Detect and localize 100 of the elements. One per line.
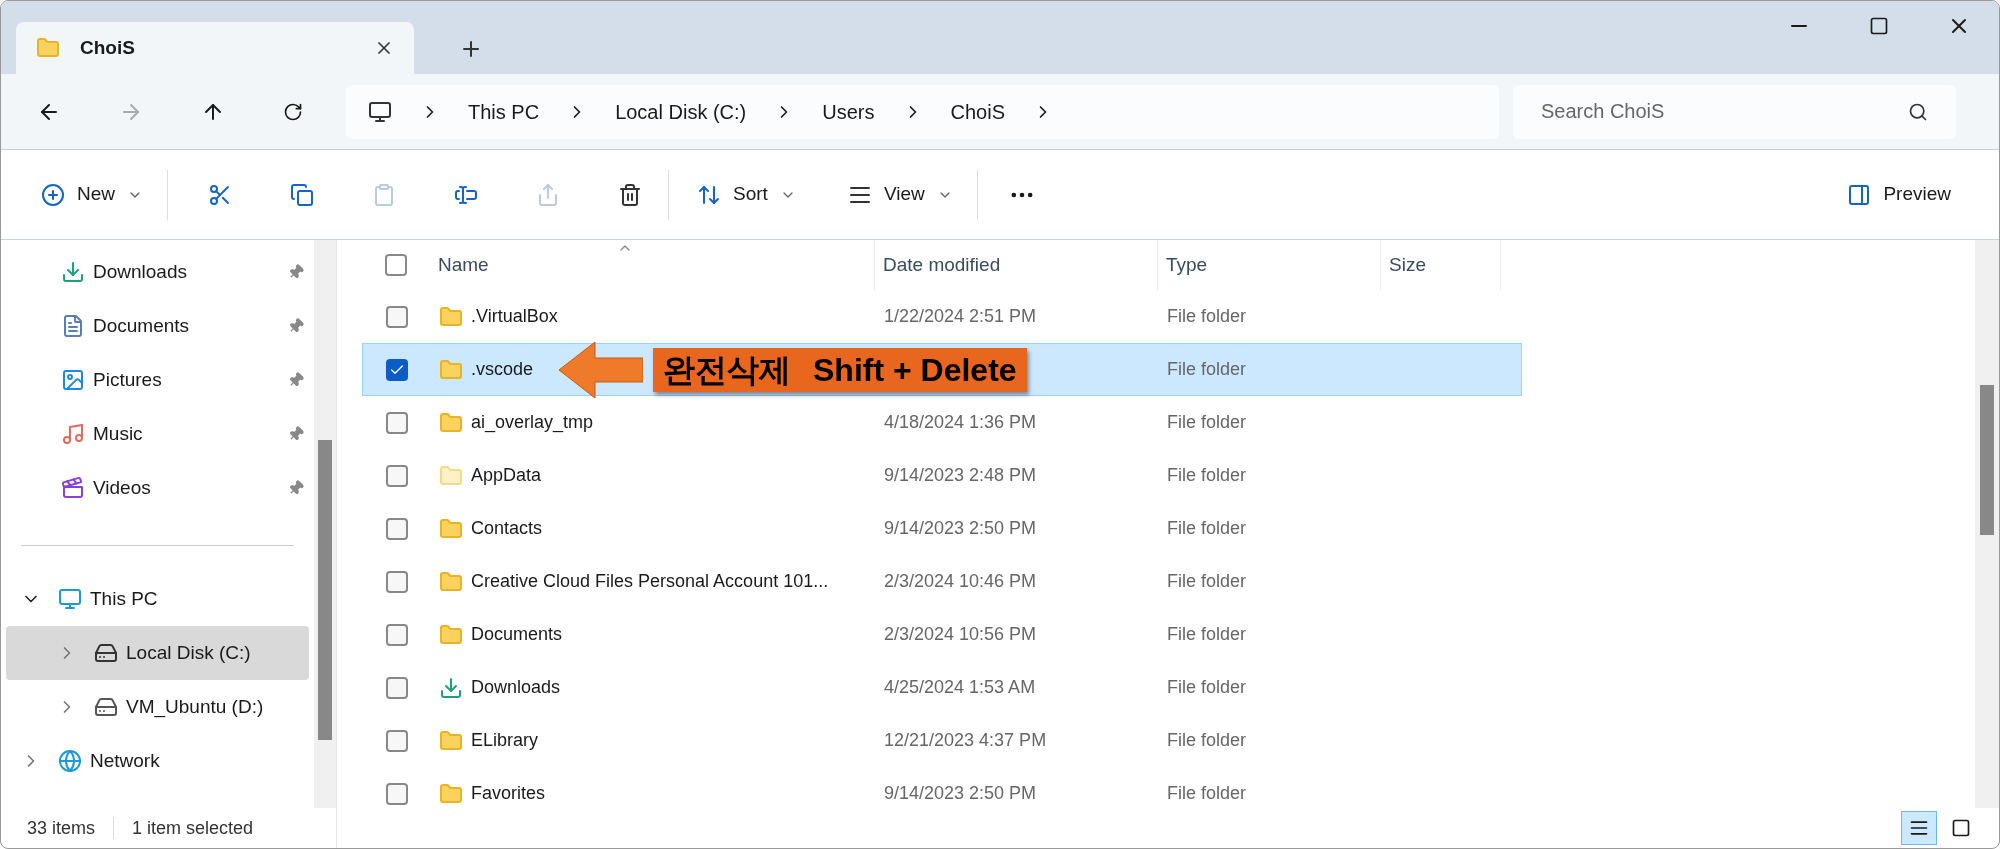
sidebar-item-label: Downloads xyxy=(93,259,187,284)
sidebar-item-label: Pictures xyxy=(93,367,162,392)
date-modified: 9/14/2023 2:48 PM xyxy=(883,464,1038,487)
column-header[interactable]: Size xyxy=(1381,240,1501,290)
maximize-icon[interactable] xyxy=(1869,16,1889,36)
address-bar[interactable]: This PC Local Disk (C:) Users ChoiS xyxy=(346,84,1499,139)
document-icon xyxy=(61,314,85,338)
monitor-icon xyxy=(58,587,82,611)
search-field[interactable]: Search ChoiS xyxy=(1513,84,1956,139)
date-modified: 12/21/2023 4:37 PM xyxy=(883,729,1048,752)
column-header[interactable]: Name xyxy=(430,240,875,290)
copy-icon[interactable] xyxy=(290,182,314,207)
sidebar-item-label: Documents xyxy=(93,313,190,338)
square-icon xyxy=(1951,818,1971,838)
date-modified: 9/14/2023 2:50 PM xyxy=(883,517,1038,540)
file-name: Downloads xyxy=(471,676,561,699)
file-type: File folder xyxy=(1166,305,1248,328)
drive-icon xyxy=(94,641,118,665)
checkbox[interactable] xyxy=(386,623,408,646)
file-row[interactable]: Favorites 9/14/2023 2:50 PM File folder xyxy=(362,767,1522,820)
file-row[interactable]: Creative Cloud Files Personal Account 101... 2/3/2024 10:46 PM File folder xyxy=(362,555,1522,608)
date-modified: 2/3/2024 10:46 PM xyxy=(883,570,1038,593)
lines-icon xyxy=(1909,818,1929,838)
file-type: File folder xyxy=(1166,729,1248,752)
file-name: .VirtualBox xyxy=(471,305,558,328)
sidebar-item[interactable]: VM_Ubuntu (D:) xyxy=(6,680,309,734)
date-modified: 4/18/2024 1:36 PM xyxy=(883,411,1038,434)
panel-icon xyxy=(1847,182,1872,207)
selection-count: 1 item selected xyxy=(132,816,254,840)
preview-button[interactable]: Preview xyxy=(1843,166,1955,223)
file-type: File folder xyxy=(1166,464,1248,487)
breadcrumb[interactable]: Users xyxy=(822,96,875,127)
sort-button[interactable]: Sort xyxy=(693,166,800,223)
sidebar-item-label: Videos xyxy=(93,475,151,500)
date-modified: 9/14/2023 2:50 PM xyxy=(883,782,1038,805)
sidebar-item[interactable]: Documents xyxy=(1,299,314,353)
date-modified: 2/3/2024 10:56 PM xyxy=(883,623,1038,646)
sidebar-item[interactable]: Downloads xyxy=(1,245,314,299)
sidebar-item-label: Network xyxy=(90,748,160,773)
file-name: Documents xyxy=(471,623,563,646)
item-count: 33 items xyxy=(27,816,96,840)
details-view-button[interactable] xyxy=(1901,811,1937,845)
scrollbar[interactable] xyxy=(314,240,336,808)
view-button[interactable]: View xyxy=(843,166,957,223)
file-row[interactable]: ai_overlay_tmp 4/18/2024 1:36 PM File folder xyxy=(362,396,1522,449)
film-icon xyxy=(61,476,85,500)
shortcut-text: Shift + Delete xyxy=(813,351,1017,390)
file-row[interactable]: Documents 2/3/2024 10:56 PM File folder xyxy=(362,608,1522,661)
scrollbar[interactable] xyxy=(1975,240,1999,808)
cut-icon[interactable] xyxy=(208,182,232,207)
download-icon xyxy=(61,260,85,284)
file-name: ELibrary xyxy=(471,729,539,752)
file-name: .vscode xyxy=(471,358,534,381)
file-type: File folder xyxy=(1166,411,1248,434)
tab-title: ChoiS xyxy=(80,35,135,60)
search-icon[interactable] xyxy=(1908,101,1928,122)
file-row[interactable]: Downloads 4/25/2024 1:53 AM File folder xyxy=(362,661,1522,714)
folder-icon xyxy=(36,36,60,60)
sidebar-item-label: VM_Ubuntu (D:) xyxy=(126,694,264,720)
file-name: AppData xyxy=(471,464,542,487)
file-name: Favorites xyxy=(471,782,546,805)
sidebar-item[interactable]: Pictures xyxy=(1,353,314,407)
checkbox[interactable] xyxy=(386,305,408,328)
file-type: File folder xyxy=(1166,623,1248,646)
file-name: ai_overlay_tmp xyxy=(471,411,594,435)
delete-icon[interactable] xyxy=(618,182,642,207)
sidebar-item[interactable]: Music xyxy=(1,407,314,461)
sidebar-item[interactable]: Videos xyxy=(1,461,314,515)
sidebar-item[interactable]: This PC xyxy=(6,572,309,626)
breadcrumb[interactable]: This PC xyxy=(468,96,540,127)
column-header[interactable]: Type xyxy=(1158,240,1381,290)
checkbox[interactable] xyxy=(386,782,408,805)
checkbox[interactable] xyxy=(386,517,408,540)
file-row[interactable]: AppData 9/14/2023 2:48 PM File folder xyxy=(362,449,1522,502)
file-row[interactable]: ELibrary 12/21/2023 4:37 PM File folder xyxy=(362,714,1522,767)
checkbox[interactable] xyxy=(386,676,408,699)
file-type: File folder xyxy=(1166,358,1248,381)
file-row[interactable]: Contacts 9/14/2023 2:50 PM File folder xyxy=(362,502,1522,555)
sidebar-item[interactable]: Network xyxy=(6,734,309,788)
file-row[interactable]: .VirtualBox 1/22/2024 2:51 PM File folder xyxy=(362,290,1522,343)
breadcrumb[interactable]: ChoiS xyxy=(950,96,1005,127)
checkbox[interactable] xyxy=(386,411,408,434)
checkbox[interactable] xyxy=(386,570,408,593)
checkbox[interactable] xyxy=(386,464,408,487)
plus-icon xyxy=(41,182,65,207)
date-modified: 4/25/2024 1:53 AM xyxy=(883,676,1037,699)
drive-icon xyxy=(94,695,118,719)
file-name: Creative Cloud Files Personal Account 101... xyxy=(471,570,829,593)
sidebar-item-label: Music xyxy=(93,421,143,446)
checkbox[interactable] xyxy=(386,358,408,381)
refresh-icon[interactable] xyxy=(283,101,303,122)
file-name: Contacts xyxy=(471,517,543,540)
tab[interactable]: ChoiS xyxy=(16,22,414,74)
new-button[interactable]: New xyxy=(37,166,147,223)
select-all-checkbox[interactable] xyxy=(385,254,407,276)
globe-icon xyxy=(58,749,82,773)
sidebar-item[interactable]: Local Disk (C:) xyxy=(6,626,309,680)
breadcrumb[interactable]: Local Disk (C:) xyxy=(615,96,747,127)
checkbox[interactable] xyxy=(386,729,408,752)
column-header[interactable]: Date modified xyxy=(875,240,1158,290)
